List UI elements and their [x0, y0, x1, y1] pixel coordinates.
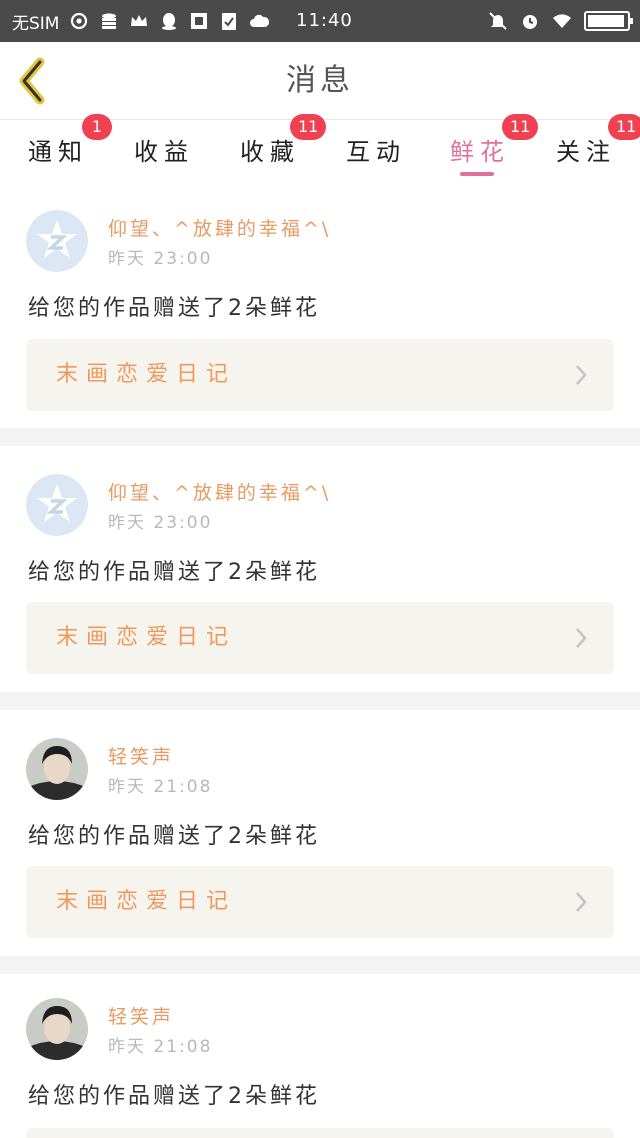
chevron-right-icon — [574, 363, 588, 387]
work-title: 末画恋爱日记 — [56, 889, 237, 914]
tab-bar: 通知 1 收益 收藏 11 互动 鲜花 11 关注 11 — [0, 114, 640, 180]
unread-badge: 11 — [608, 114, 640, 140]
message-text: 给您的作品赠送了2朵鲜花 — [28, 1084, 320, 1109]
chevron-right-icon — [574, 626, 588, 650]
timestamp: 昨天 23:00 — [108, 513, 213, 533]
task-check-icon — [219, 11, 239, 31]
message-text: 给您的作品赠送了2朵鲜花 — [28, 560, 320, 585]
work-link[interactable]: 末画恋爱日记 — [26, 339, 614, 411]
unread-badge: 1 — [82, 114, 112, 140]
timestamp: 昨天 21:08 — [108, 777, 213, 797]
wifi-icon — [552, 11, 572, 31]
avatar[interactable] — [26, 998, 88, 1060]
tab-label: 鲜花 — [450, 138, 510, 166]
message-card: 轻笑声 昨天 21:08 给您的作品赠送了2朵鲜花 末画恋爱日记 — [0, 710, 640, 956]
carrier-label: 无SIM — [12, 13, 60, 34]
qq-default-avatar-icon — [26, 474, 88, 536]
message-text: 给您的作品赠送了2朵鲜花 — [28, 296, 320, 321]
message-card: 仰望、^放肆的幸福^\ 昨天 23:00 给您的作品赠送了2朵鲜花 末画恋爱日记 — [0, 446, 640, 692]
crown-icon — [129, 11, 149, 31]
avatar[interactable] — [26, 738, 88, 800]
timestamp: 昨天 21:08 — [108, 1037, 213, 1057]
alarm-icon — [520, 11, 540, 31]
sync-icon — [69, 11, 89, 31]
qq-default-avatar-icon — [26, 210, 88, 272]
message-card: 轻笑声 昨天 21:08 给您的作品赠送了2朵鲜花 — [0, 974, 640, 1138]
unread-badge: 11 — [502, 114, 539, 140]
message-card: 仰望、^放肆的幸福^\ 昨天 23:00 给您的作品赠送了2朵鲜花 末画恋爱日记 — [0, 180, 640, 428]
tab-label: 收藏 — [240, 138, 300, 166]
avatar[interactable] — [26, 210, 88, 272]
work-title: 末画恋爱日记 — [56, 362, 237, 387]
tab-label: 互动 — [346, 138, 406, 166]
sender-name[interactable]: 轻笑声 — [108, 742, 174, 769]
sender-name[interactable]: 仰望、^放肆的幸福^\ — [108, 214, 331, 241]
status-bar: 无SIM 11:40 — [0, 0, 640, 42]
qq-icon — [159, 11, 179, 31]
work-link[interactable]: 末画恋爱日记 — [26, 866, 614, 938]
mute-bell-icon — [488, 11, 508, 31]
timestamp: 昨天 23:00 — [108, 249, 213, 269]
work-title: 末画恋爱日记 — [56, 625, 237, 650]
tab-label: 通知 — [28, 138, 88, 166]
wallet-icon — [189, 11, 209, 31]
battery-level — [588, 15, 625, 27]
active-tab-indicator — [460, 172, 494, 176]
clock: 11:40 — [296, 10, 353, 31]
sender-name[interactable]: 仰望、^放肆的幸福^\ — [108, 478, 331, 505]
tab-label: 关注 — [556, 138, 616, 166]
battery-icon — [584, 11, 633, 31]
work-link[interactable]: 末画恋爱日记 — [26, 602, 614, 674]
unread-badge: 11 — [290, 114, 327, 140]
tab-label: 收益 — [134, 138, 194, 166]
person-photo-icon — [26, 998, 88, 1060]
message-text: 给您的作品赠送了2朵鲜花 — [28, 824, 320, 849]
person-photo-icon — [26, 738, 88, 800]
cloud-icon — [249, 11, 270, 31]
page-title: 消息 — [286, 63, 354, 98]
work-link[interactable] — [26, 1128, 614, 1138]
chevron-right-icon — [574, 890, 588, 914]
avatar[interactable] — [26, 474, 88, 536]
database-icon — [99, 11, 119, 31]
sender-name[interactable]: 轻笑声 — [108, 1002, 174, 1029]
header: 消息 — [0, 42, 640, 120]
